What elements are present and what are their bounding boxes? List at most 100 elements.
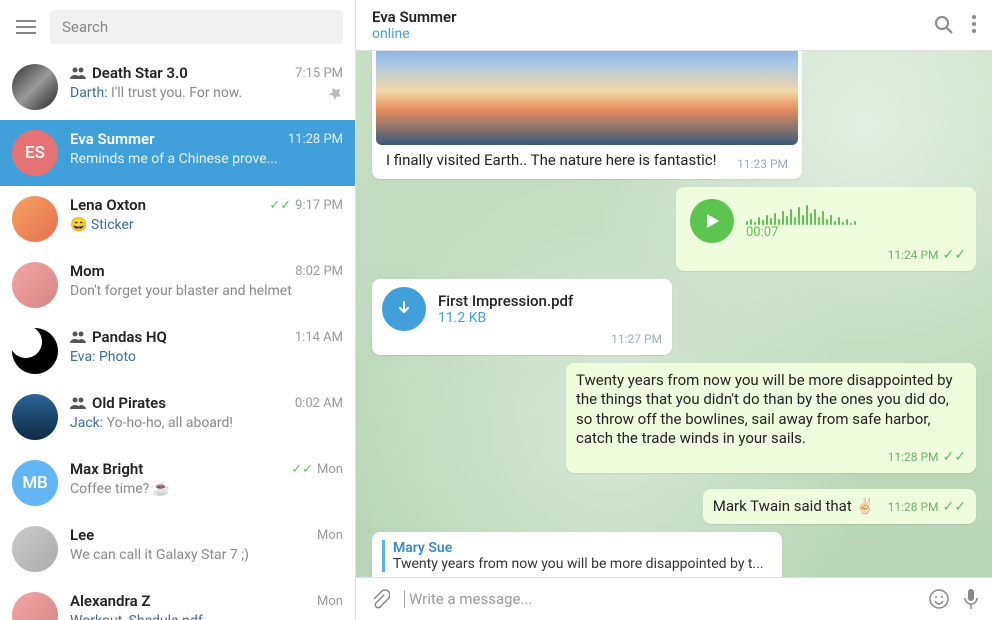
download-icon: [395, 300, 413, 318]
message-input[interactable]: Write a message...: [404, 590, 914, 608]
group-icon: [70, 396, 86, 410]
chat-status: online: [372, 26, 934, 42]
message-input-bar: Write a message...: [356, 577, 992, 620]
group-icon: [70, 330, 86, 344]
chat-item[interactable]: Alexandra Z Mon Workout, Shedule.pdf: [0, 582, 355, 620]
chat-time: 7:15 PM: [295, 66, 343, 81]
message-reply[interactable]: Mary Sue Twenty years from now you will …: [372, 532, 782, 577]
read-ticks-icon: ✓✓: [943, 499, 966, 515]
message-text-out[interactable]: Twenty years from now you will be more d…: [566, 363, 976, 473]
search-input[interactable]: Search: [50, 10, 343, 44]
main-pane: Eva Summer online I finally visited Eart…: [356, 0, 992, 620]
emoji-button[interactable]: [928, 588, 950, 610]
chat-time: 8:02 PM: [295, 264, 343, 279]
avatar: MB: [12, 460, 58, 506]
chat-name: Pandas HQ: [92, 328, 167, 346]
chat-name: Death Star 3.0: [92, 64, 188, 82]
avatar: [12, 262, 58, 308]
search-icon: [934, 15, 954, 35]
quote-author: Mary Sue: [393, 540, 772, 556]
chat-time: 1:14 AM: [295, 330, 343, 345]
chat-name: Max Bright: [70, 460, 143, 478]
more-vertical-icon: [972, 15, 976, 33]
chat-header: Eva Summer online: [356, 0, 992, 51]
menu-button[interactable]: [12, 13, 40, 41]
download-button[interactable]: [382, 287, 426, 331]
chat-preview: Coffee time? ☕: [70, 481, 343, 497]
play-icon: [704, 213, 720, 229]
pin-icon: [329, 86, 343, 100]
file-name: First Impression.pdf: [438, 292, 662, 310]
smile-icon: [928, 588, 950, 610]
avatar: [12, 64, 58, 110]
sidebar-header: Search: [0, 0, 355, 54]
chat-name: Alexandra Z: [70, 592, 150, 610]
chat-name: Lee: [70, 526, 94, 544]
chat-list: Death Star 3.0 7:15 PM Darth: I'll trust y…: [0, 54, 355, 620]
avatar: [12, 526, 58, 572]
chat-title[interactable]: Eva Summer: [372, 8, 934, 26]
message-time: 11:23 PM: [737, 157, 788, 171]
chat-item[interactable]: Death Star 3.0 7:15 PM Darth: I'll trust y…: [0, 54, 355, 120]
message-time: 11:27 PM: [611, 332, 662, 346]
chat-name: Eva Summer: [70, 130, 155, 148]
chat-preview: Workout, Shedule.pdf: [70, 613, 343, 620]
chat-preview: Jack: Yo-ho-ho, all aboard!: [70, 415, 343, 431]
voice-record-button[interactable]: [964, 588, 978, 610]
message-text: I finally visited Earth.. The nature her…: [386, 151, 716, 171]
chat-item[interactable]: Mom 8:02 PM Don't forget your blaster and …: [0, 252, 355, 318]
chat-name: Lena Oxton: [70, 196, 146, 214]
chat-preview: Don't forget your blaster and helmet: [70, 283, 343, 299]
search-chat-button[interactable]: [934, 15, 954, 35]
chat-preview: Eva: Photo: [70, 349, 343, 365]
read-ticks-icon: ✓✓: [291, 462, 313, 477]
chat-time: 11:28 PM: [288, 132, 343, 147]
photo-attachment[interactable]: [376, 51, 798, 145]
chat-name: Mom: [70, 262, 105, 280]
chat-name: Old Pirates: [92, 394, 166, 412]
message-file[interactable]: First Impression.pdf 11.2 KB 11:27 PM: [372, 279, 672, 355]
chat-preview: Darth: I'll trust you. For now.: [70, 85, 323, 101]
quote-text: Twenty years from now you will be more d…: [393, 556, 772, 572]
chat-time: Mon: [317, 528, 343, 543]
waveform[interactable]: [746, 201, 856, 225]
avatar: [12, 592, 58, 620]
read-ticks-icon: ✓✓: [943, 449, 966, 465]
message-time: 11:28 PM: [888, 500, 939, 514]
chat-time: 0:02 AM: [295, 396, 343, 411]
group-icon: [70, 66, 86, 80]
read-ticks-icon: ✓✓: [943, 247, 966, 263]
hamburger-icon: [16, 20, 36, 34]
chat-time: ✓✓9:17 PM: [269, 198, 343, 213]
message-time: 11:28 PM: [888, 450, 939, 464]
file-size: 11.2 KB: [438, 310, 662, 326]
messages-area[interactable]: I finally visited Earth.. The nature her…: [356, 51, 992, 577]
chat-item[interactable]: ES Eva Summer 11:28 PM Reminds me of a Chin…: [0, 120, 355, 186]
message-text: Mark Twain said that ✌🏻: [713, 497, 874, 515]
more-button[interactable]: [972, 15, 976, 35]
message-photo[interactable]: I finally visited Earth.. The nature her…: [372, 51, 802, 179]
attach-button[interactable]: [370, 589, 390, 609]
read-ticks-icon: ✓✓: [269, 198, 291, 213]
chat-item[interactable]: Pandas HQ 1:14 AM Eva: Photo: [0, 318, 355, 384]
chat-time: Mon: [317, 594, 343, 609]
play-button[interactable]: [690, 199, 734, 243]
avatar: [12, 328, 58, 374]
chat-preview: 😄 Sticker: [70, 217, 343, 233]
voice-duration: 00:07: [746, 225, 856, 240]
message-voice[interactable]: 00:07 11:24 PM✓✓: [676, 187, 976, 271]
sidebar: Search Death Star 3.0 7:15 PM Darth: I'll …: [0, 0, 356, 620]
chat-item[interactable]: Old Pirates 0:02 AM Jack: Yo-ho-ho, all ab…: [0, 384, 355, 450]
chat-item[interactable]: Lena Oxton ✓✓9:17 PM 😄 Sticker: [0, 186, 355, 252]
chat-preview: We can call it Galaxy Star 7 ;): [70, 547, 343, 563]
message-text-out[interactable]: Mark Twain said that ✌🏻 11:28 PM ✓✓: [703, 489, 976, 525]
avatar: ES: [12, 130, 58, 176]
chat-item[interactable]: MB Max Bright ✓✓Mon Coffee time? ☕: [0, 450, 355, 516]
quoted-message[interactable]: Mary Sue Twenty years from now you will …: [382, 540, 772, 572]
paperclip-icon: [370, 589, 390, 609]
chat-time: ✓✓Mon: [291, 462, 343, 477]
chat-item[interactable]: Lee Mon We can call it Galaxy Star 7 ;): [0, 516, 355, 582]
avatar: [12, 394, 58, 440]
microphone-icon: [964, 588, 978, 610]
chat-preview: Reminds me of a Chinese prove...: [70, 151, 343, 167]
